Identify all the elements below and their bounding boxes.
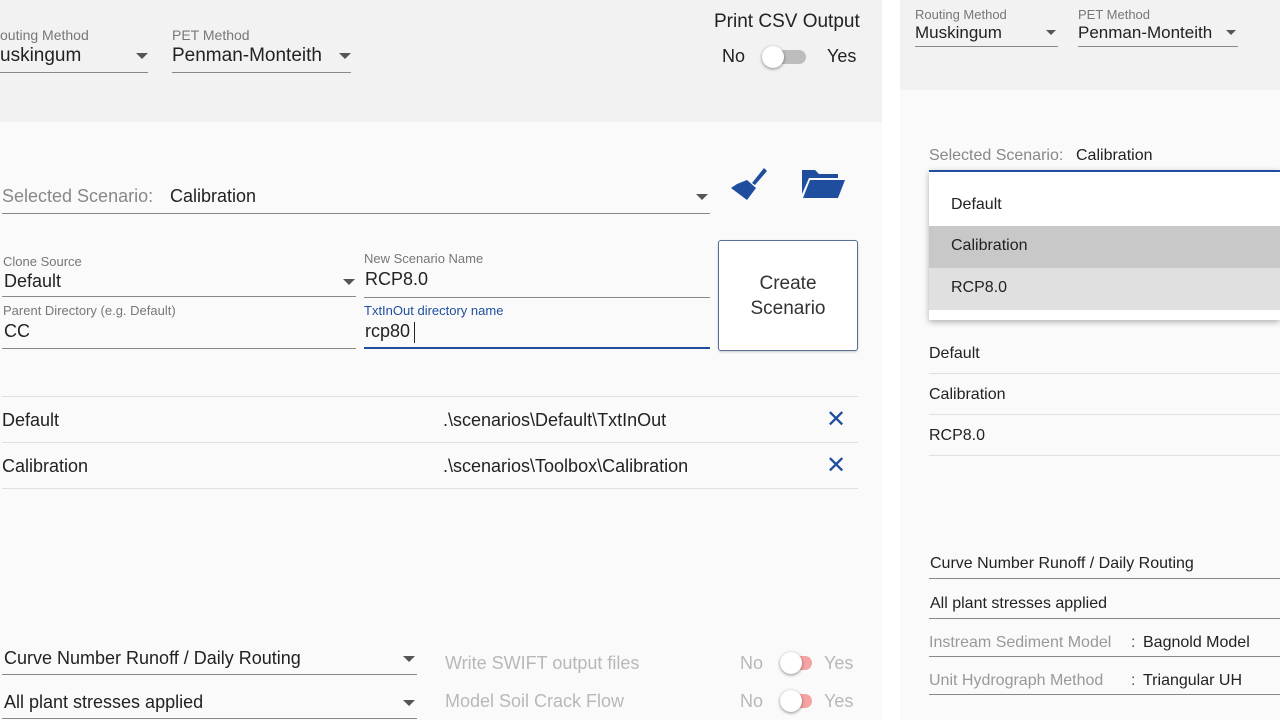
swift-no-label: No <box>740 653 764 673</box>
folder-open-icon[interactable] <box>800 166 846 200</box>
chevron-down-icon <box>403 656 415 662</box>
create-scenario-line1: Create <box>759 273 817 294</box>
scenario-dropdown-menu: Default Calibration RCP8.0 <box>929 170 1280 320</box>
clone-source-label: Clone Source <box>3 254 82 269</box>
right-hydrograph-value: Triangular UH <box>1143 672 1242 689</box>
panel-divider <box>882 0 900 720</box>
parent-directory-value: CC <box>4 321 30 341</box>
list-item-label: Calibration <box>929 386 1006 403</box>
runoff-method-value: Curve Number Runoff / Daily Routing <box>4 648 301 668</box>
list-item[interactable]: Default <box>929 333 1280 374</box>
list-item[interactable]: Calibration <box>929 374 1280 415</box>
right-hydrograph-select[interactable]: Unit Hydrograph Method : Triangular UH <box>929 666 1280 695</box>
toggle-knob <box>762 46 784 68</box>
swift-output-label: Write SWIFT output files <box>445 653 640 673</box>
right-sediment-value: Bagnold Model <box>1143 634 1250 651</box>
print-csv-label: Print CSV Output <box>714 11 860 32</box>
right-sediment-label: Instream Sediment Model <box>929 634 1112 651</box>
broom-icon[interactable] <box>727 164 769 204</box>
soil-crack-no-label: No <box>740 691 764 711</box>
pet-method-label: PET Method <box>172 27 250 43</box>
chevron-down-icon <box>339 53 351 59</box>
chevron-down-icon <box>1046 30 1056 35</box>
hydrograph-separator: : <box>1131 672 1136 689</box>
right-pet-method-select[interactable]: Penman-Monteith <box>1078 22 1238 47</box>
right-selected-scenario-value: Calibration <box>1076 147 1153 164</box>
soil-crack-toggle[interactable] <box>766 688 816 714</box>
selected-scenario-select[interactable]: Selected Scenario: Calibration <box>2 180 710 214</box>
pet-method-select[interactable]: Penman-Monteith <box>172 44 351 73</box>
soil-crack-label: Model Soil Crack Flow <box>445 691 625 711</box>
selected-scenario-value: Calibration <box>170 186 257 206</box>
list-item-label: Default <box>929 345 980 362</box>
soil-crack-yes-label: Yes <box>824 691 854 711</box>
plant-stress-select[interactable]: All plant stresses applied <box>2 688 417 719</box>
dropdown-option-hover[interactable]: RCP8.0 <box>929 268 1280 310</box>
right-sediment-select[interactable]: Instream Sediment Model : Bagnold Model <box>929 628 1280 657</box>
dropdown-option-selected[interactable]: Calibration <box>929 226 1280 268</box>
right-pet-method-value: Penman-Monteith <box>1078 23 1213 42</box>
print-csv-yes-label: Yes <box>827 46 857 66</box>
text-cursor <box>414 322 415 343</box>
routing-method-select[interactable]: uskingum <box>0 44 148 73</box>
close-icon[interactable]: ✕ <box>826 454 846 478</box>
clone-source-value: Default <box>4 271 62 291</box>
list-item-label: RCP8.0 <box>929 427 986 444</box>
txtinout-directory-label: TxtInOut directory name <box>364 303 504 318</box>
print-csv-toggle[interactable] <box>760 44 810 70</box>
swift-yes-label: Yes <box>824 653 854 673</box>
right-routing-method-value: Muskingum <box>915 23 1002 42</box>
toggle-knob <box>780 652 802 674</box>
table-row[interactable]: Calibration .\scenarios\Toolbox\Calibrat… <box>2 443 858 489</box>
toggle-knob <box>780 690 802 712</box>
parent-directory-input[interactable]: CC <box>2 320 356 349</box>
close-icon[interactable]: ✕ <box>826 408 846 432</box>
routing-method-label: outing Method <box>0 27 89 43</box>
right-routing-method-select[interactable]: Muskingum <box>915 22 1058 47</box>
scenario-row-name: Default <box>2 410 60 430</box>
txtinout-directory-value: rcp80 <box>365 321 411 341</box>
scenario-row-path: .\scenarios\Toolbox\Calibration <box>443 456 689 476</box>
new-scenario-name-label: New Scenario Name <box>364 251 484 266</box>
right-hydrograph-label: Unit Hydrograph Method <box>929 672 1104 689</box>
right-plant-stress-select[interactable]: All plant stresses applied <box>929 590 1280 619</box>
scenario-row-name: Calibration <box>2 456 89 476</box>
create-scenario-button[interactable]: Create Scenario <box>718 240 858 351</box>
new-scenario-name-value: RCP8.0 <box>365 269 429 289</box>
list-item[interactable]: RCP8.0 <box>929 415 1280 456</box>
new-scenario-name-input[interactable]: RCP8.0 <box>364 268 710 298</box>
chevron-down-icon <box>136 53 148 59</box>
clone-source-select[interactable]: Default <box>2 270 356 297</box>
pet-method-value: Penman-Monteith <box>172 45 322 66</box>
runoff-method-select[interactable]: Curve Number Runoff / Daily Routing <box>2 644 417 675</box>
scenario-row-path: .\scenarios\Default\TxtInOut <box>443 410 667 430</box>
dropdown-option[interactable]: Default <box>929 186 1280 226</box>
print-csv-no-label: No <box>722 46 746 66</box>
right-runoff-select[interactable]: Curve Number Runoff / Daily Routing <box>929 550 1280 579</box>
right-runoff-value: Curve Number Runoff / Daily Routing <box>930 555 1194 572</box>
chevron-down-icon <box>403 700 415 706</box>
dropdown-option-label: RCP8.0 <box>951 279 1008 296</box>
chevron-down-icon <box>343 279 355 285</box>
routing-method-value: uskingum <box>0 45 82 66</box>
right-routing-method-label: Routing Method <box>915 7 1007 22</box>
create-scenario-line2: Scenario <box>750 298 826 319</box>
right-selected-scenario-label: Selected Scenario: <box>929 147 1064 164</box>
chevron-down-icon <box>696 194 708 200</box>
right-plant-stress-value: All plant stresses applied <box>930 595 1107 612</box>
selected-scenario-label: Selected Scenario: <box>2 186 154 206</box>
plant-stress-value: All plant stresses applied <box>4 692 204 712</box>
dropdown-option-label: Default <box>951 196 1002 213</box>
sediment-separator: : <box>1131 634 1136 651</box>
txtinout-directory-input[interactable]: rcp80 <box>364 320 710 349</box>
chevron-down-icon <box>1226 30 1236 35</box>
swift-output-toggle[interactable] <box>766 650 816 676</box>
dropdown-option-label: Calibration <box>951 237 1028 254</box>
parent-directory-label: Parent Directory (e.g. Default) <box>3 303 176 318</box>
right-pet-method-label: PET Method <box>1078 7 1151 22</box>
table-row[interactable]: Default .\scenarios\Default\TxtInOut ✕ <box>2 397 858 443</box>
